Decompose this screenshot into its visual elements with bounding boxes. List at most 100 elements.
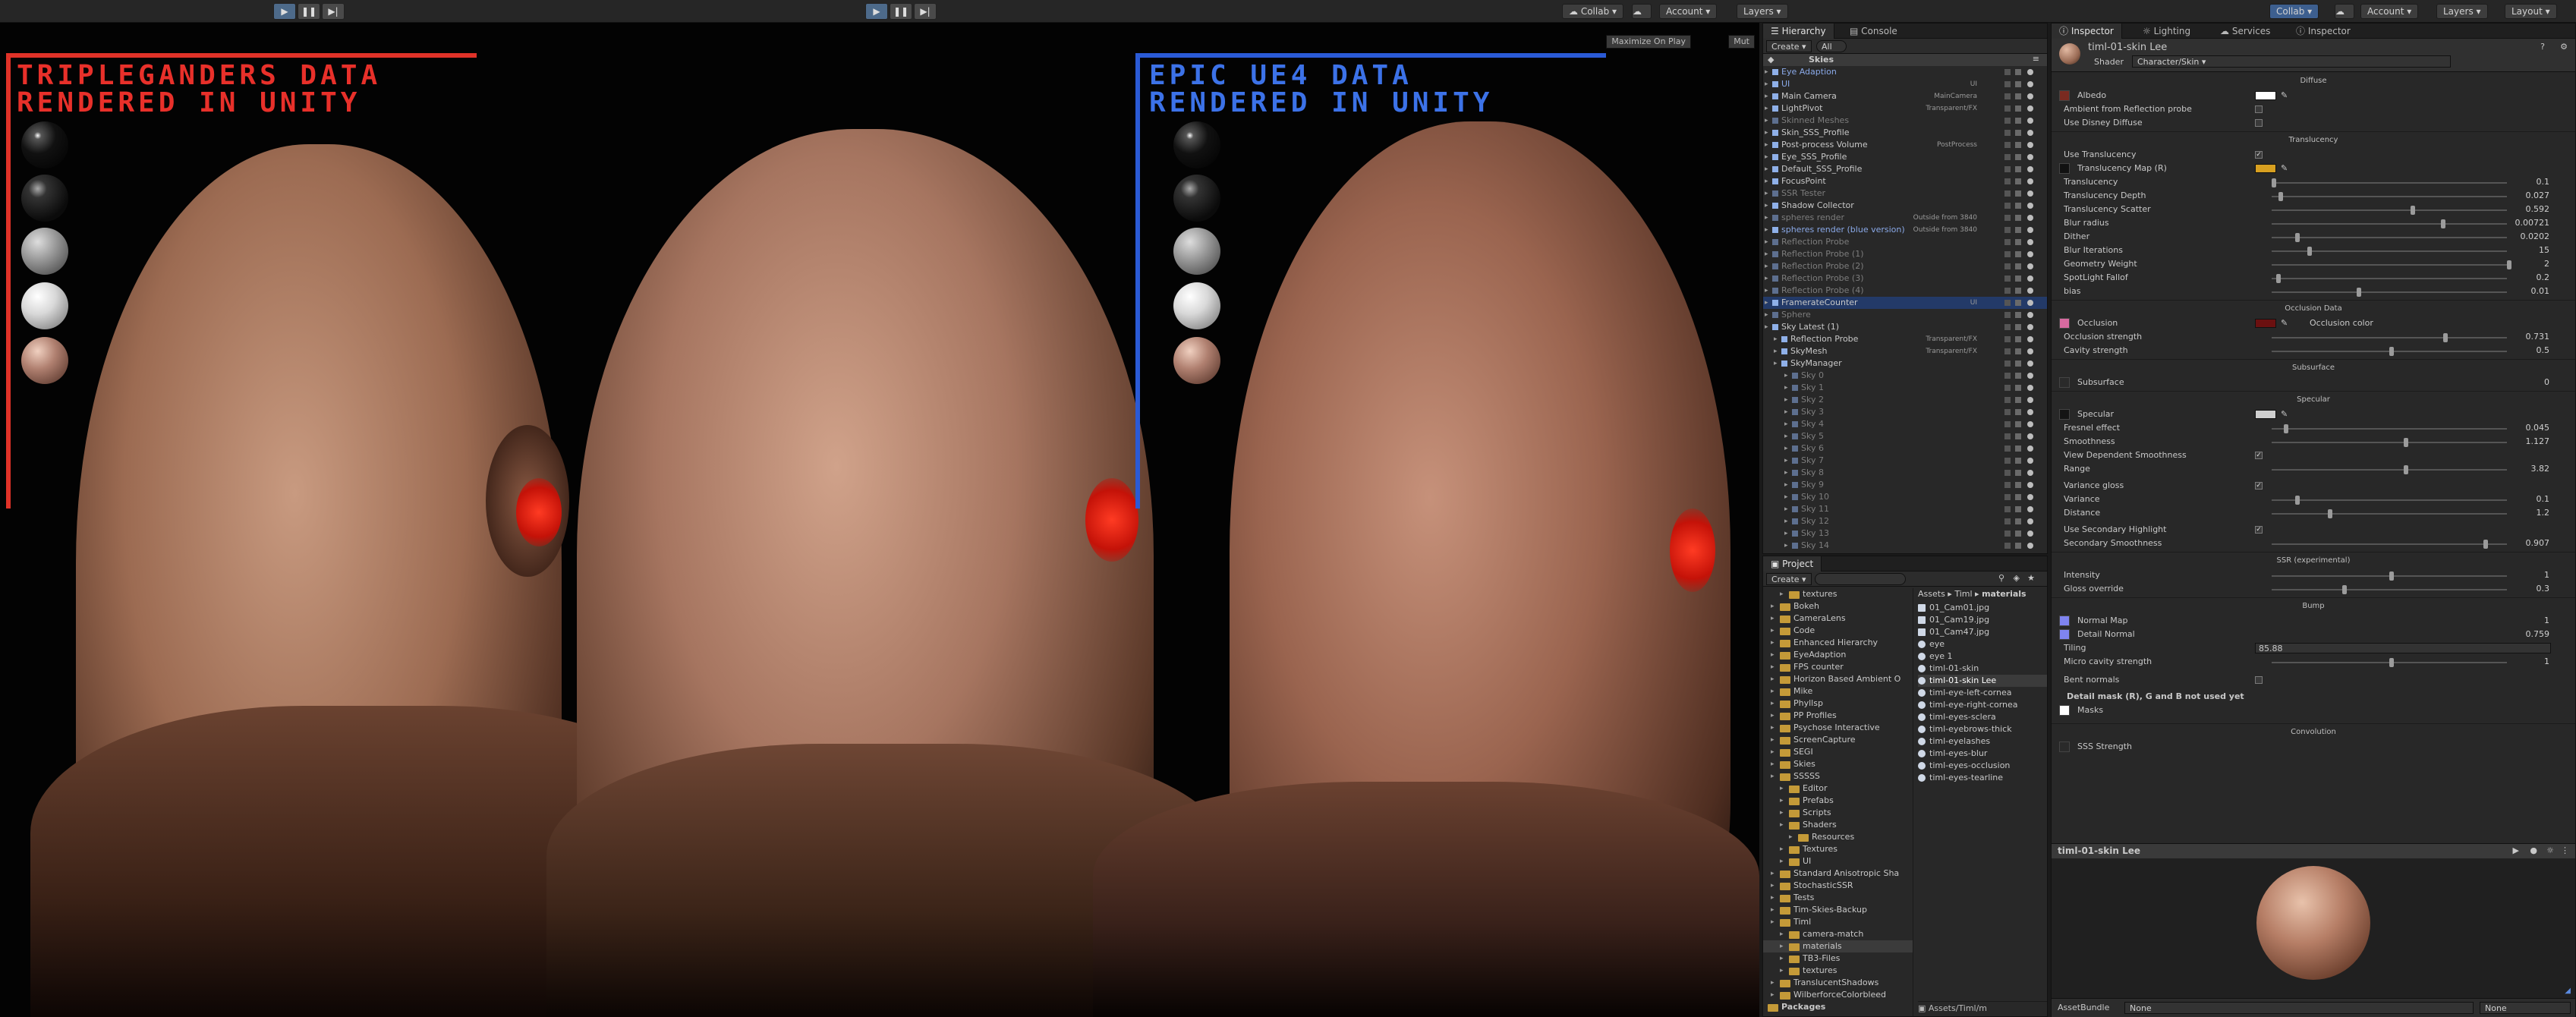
component-icon[interactable]	[2015, 239, 2021, 245]
slider-track[interactable]	[2272, 540, 2507, 549]
hierarchy-item[interactable]: ▸ LightPivot Transparent/FX	[1763, 102, 2047, 115]
lock-icon[interactable]	[2004, 190, 2011, 197]
expand-arrow-icon[interactable]: ▸	[1771, 977, 1775, 989]
lock-icon[interactable]	[2004, 494, 2011, 500]
slider-thumb[interactable]	[2342, 585, 2347, 594]
hierarchy-item[interactable]: ▸ Reflection Probe (4)	[1763, 285, 2047, 297]
expand-arrow-icon[interactable]: ▸	[1771, 697, 1775, 710]
slider-value[interactable]: 1	[2544, 568, 2549, 582]
assetbundle-variant-dropdown[interactable]: None	[2480, 1002, 2571, 1014]
breadcrumb-materials[interactable]: materials	[1982, 589, 2026, 599]
tab-hierarchy[interactable]: ☰ Hierarchy	[1763, 24, 1834, 39]
slider-track[interactable]	[2272, 465, 2507, 474]
layers-dropdown[interactable]: Layers ▾	[1737, 4, 1788, 19]
component-icon[interactable]	[2015, 288, 2021, 294]
color-swatch[interactable]	[2255, 91, 2276, 100]
search-input[interactable]: All	[1816, 40, 1847, 52]
expand-arrow-icon[interactable]: ▸	[1780, 795, 1784, 807]
expand-arrow-icon[interactable]: ▸	[1784, 442, 1788, 455]
folder-item[interactable]: ▸ textures	[1763, 965, 1913, 977]
slider-track[interactable]	[2272, 192, 2507, 201]
expand-arrow-icon[interactable]: ▸	[1771, 880, 1775, 892]
folder-item[interactable]: ▸ materials	[1763, 940, 1913, 952]
expand-arrow-icon[interactable]: ▸	[1771, 673, 1775, 685]
visibility-eye-icon[interactable]	[2027, 81, 2033, 87]
visibility-eye-icon[interactable]	[2027, 458, 2033, 464]
expand-arrow-icon[interactable]: ▸	[1784, 540, 1788, 552]
lock-icon[interactable]	[2004, 361, 2011, 367]
eyedropper-icon[interactable]: ✎	[2281, 408, 2288, 421]
texture-row[interactable]: Masks	[2052, 704, 2575, 717]
folder-item[interactable]: ▸ Tests	[1763, 892, 1913, 904]
cloud-button-right[interactable]: ☁	[2335, 4, 2354, 19]
expand-arrow-icon[interactable]: ▸	[1784, 455, 1788, 467]
expand-arrow-icon[interactable]: ▸	[1765, 151, 1768, 163]
game-view[interactable]: Maximize On Play Mut Tripleganders data …	[0, 23, 1759, 1017]
lock-icon[interactable]	[2004, 470, 2011, 476]
visibility-eye-icon[interactable]	[2027, 531, 2033, 537]
checkbox[interactable]: ✓	[2255, 452, 2263, 459]
visibility-eye-icon[interactable]	[2027, 105, 2033, 112]
slider-value[interactable]: 0.1	[2537, 493, 2550, 506]
checkbox[interactable]: ✓	[2255, 151, 2263, 159]
folder-item[interactable]: ▸ Prefabs	[1763, 795, 1913, 807]
hierarchy-item[interactable]: ▸ Sky 6	[1763, 442, 2047, 455]
hierarchy-item[interactable]: ▸ FramerateCounter UI	[1763, 297, 2047, 309]
expand-arrow-icon[interactable]: ▸	[1771, 904, 1775, 916]
component-icon[interactable]	[2015, 373, 2021, 379]
slider-value[interactable]: 0.3	[2537, 582, 2550, 596]
expand-arrow-icon[interactable]: ▸	[1780, 819, 1784, 831]
assetbundle-name-dropdown[interactable]: None	[2124, 1002, 2474, 1014]
folder-item[interactable]: ▸ Enhanced Hierarchy	[1763, 637, 1913, 649]
slider-value[interactable]: 0.731	[2526, 330, 2550, 344]
hierarchy-item[interactable]: ▸ Shadow Collector	[1763, 200, 2047, 212]
lock-icon[interactable]	[2004, 81, 2011, 87]
slider-row[interactable]: Geometry Weight 2	[2052, 257, 2575, 271]
expand-arrow-icon[interactable]: ▸	[1784, 479, 1788, 491]
expand-arrow-icon[interactable]: ▸	[1765, 78, 1768, 90]
component-icon[interactable]	[2015, 494, 2021, 500]
account-dropdown-right[interactable]: Account ▾	[2360, 4, 2419, 19]
texture-slot-icon[interactable]	[2059, 377, 2070, 388]
breadcrumb-timl[interactable]: Timl	[1954, 589, 1972, 599]
expand-arrow-icon[interactable]: ▸	[1771, 685, 1775, 697]
hierarchy-item[interactable]: ▸ Sky 3	[1763, 406, 2047, 418]
expand-arrow-icon[interactable]: ▸	[1784, 491, 1788, 503]
checkbox[interactable]: ✓	[2255, 482, 2263, 490]
expand-arrow-icon[interactable]: ▸	[1765, 200, 1768, 212]
component-icon[interactable]	[2015, 300, 2021, 306]
tiling-row[interactable]: Tiling 85.88	[2052, 641, 2575, 655]
slider-row[interactable]: Dither 0.0202	[2052, 230, 2575, 244]
expand-arrow-icon[interactable]: ▸	[1789, 831, 1793, 843]
hierarchy-item[interactable]: ▸ Sky Latest (1)	[1763, 321, 2047, 333]
hierarchy-item[interactable]: ▸ spheres render Outside from 3840	[1763, 212, 2047, 224]
component-icon[interactable]	[2015, 215, 2021, 221]
step-button-2[interactable]: ▶|	[914, 3, 937, 20]
hierarchy-item[interactable]: ▸ Reflection Probe (3)	[1763, 272, 2047, 285]
expand-arrow-icon[interactable]: ▸	[1780, 843, 1784, 855]
visibility-eye-icon[interactable]	[2027, 494, 2033, 500]
slider-value[interactable]: 0.00721	[2515, 216, 2550, 230]
expand-arrow-icon[interactable]: ▸	[1765, 139, 1768, 151]
slider-row[interactable]: Fresnel effect 0.045	[2052, 421, 2575, 435]
slider-row[interactable]: Range 3.82	[2052, 462, 2575, 476]
folder-item[interactable]: ▸ Shaders	[1763, 819, 1913, 831]
visibility-eye-icon[interactable]	[2027, 118, 2033, 124]
expand-arrow-icon[interactable]: ▸	[1765, 321, 1768, 333]
folder-item[interactable]: ▸ WilberforceColorbleed	[1763, 989, 1913, 1001]
slider-track[interactable]	[2272, 206, 2507, 215]
visibility-eye-icon[interactable]	[2027, 543, 2033, 549]
texture-slot-icon[interactable]	[2059, 409, 2070, 420]
lock-icon[interactable]	[2004, 251, 2011, 257]
hierarchy-item[interactable]: ▸ Reflection Probe Transparent/FX	[1763, 333, 2047, 345]
texture-row[interactable]: Detail Normal 0.759	[2052, 628, 2575, 641]
visibility-eye-icon[interactable]	[2027, 348, 2033, 354]
texture-slot-icon[interactable]	[2059, 163, 2070, 174]
texture-row[interactable]: Occlusion ✎ Occlusion color	[2052, 316, 2575, 330]
slider-row[interactable]: Blur Iterations 15	[2052, 244, 2575, 257]
texture-row[interactable]: Normal Map 1	[2052, 614, 2575, 628]
asset-item[interactable]: eye	[1918, 638, 2047, 650]
slider-value[interactable]: 0.759	[2526, 628, 2550, 641]
hierarchy-item[interactable]: ▸ spheres render (blue version) Outside fr…	[1763, 224, 2047, 236]
slider-row[interactable]: Translucency 0.1	[2052, 175, 2575, 189]
